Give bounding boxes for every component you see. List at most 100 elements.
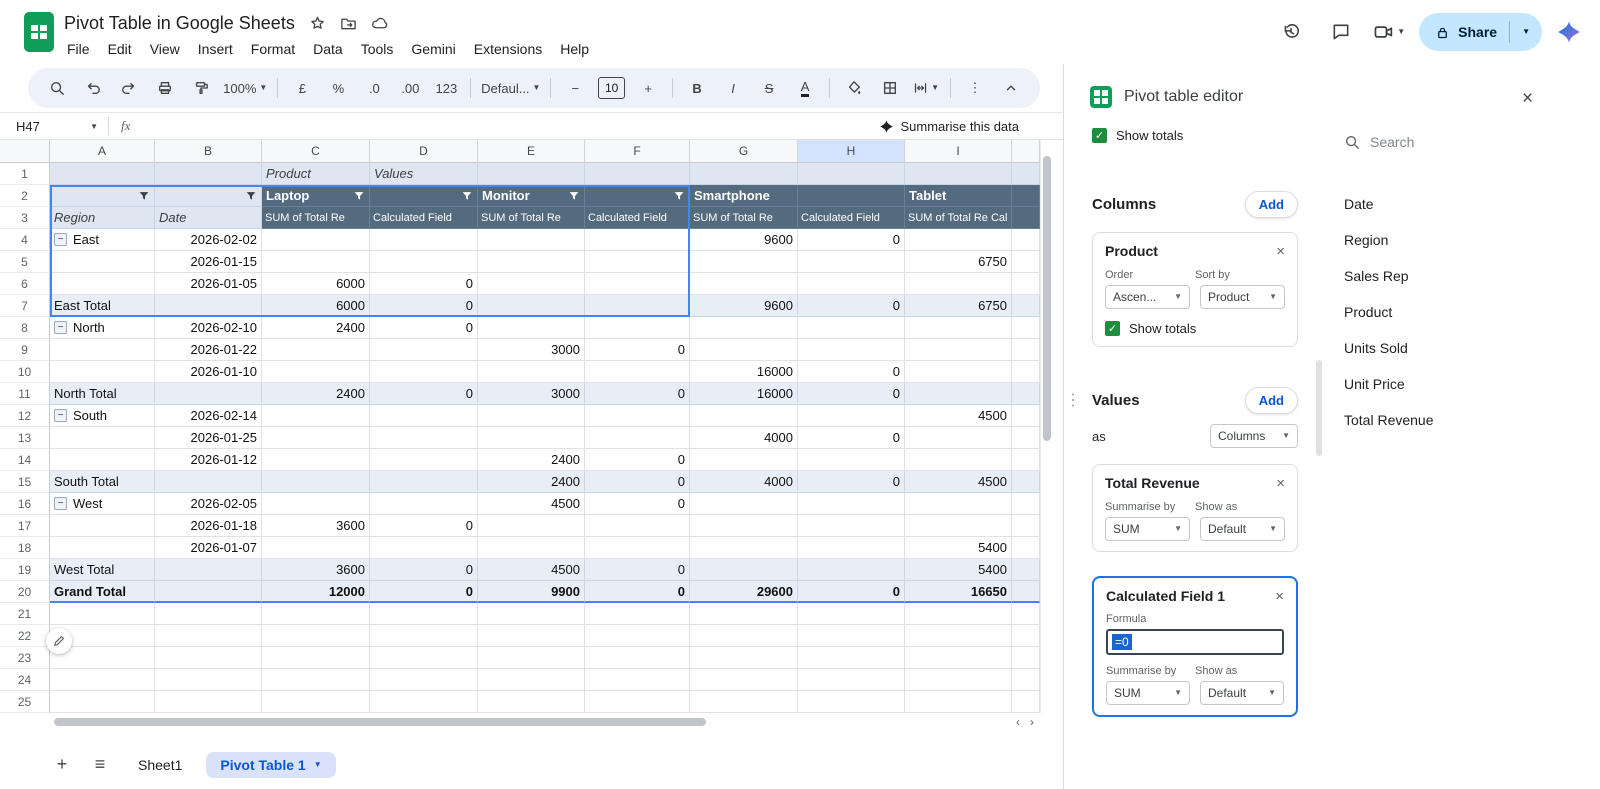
cell-F18[interactable] <box>585 537 690 559</box>
cell-B11[interactable] <box>155 383 262 405</box>
row-header-7[interactable]: 7 <box>0 295 50 317</box>
cell-E3[interactable]: SUM of Total Re <box>478 207 585 229</box>
cell-A13[interactable] <box>50 427 155 449</box>
row-header-20[interactable]: 20 <box>0 581 50 603</box>
show-totals-row[interactable]: ✓ Show totals <box>1092 128 1298 143</box>
cell-E13[interactable] <box>478 427 585 449</box>
row-header-10[interactable]: 10 <box>0 361 50 383</box>
gemini-icon[interactable] <box>1556 19 1582 45</box>
vertical-scroll-thumb[interactable] <box>1043 156 1051 441</box>
cell-A3[interactable]: Region <box>50 207 155 229</box>
cell-H5[interactable] <box>798 251 905 273</box>
cell-F10[interactable] <box>585 361 690 383</box>
cell-C18[interactable] <box>262 537 370 559</box>
cell-E5[interactable] <box>478 251 585 273</box>
field-item-total-revenue[interactable]: Total Revenue <box>1344 402 1569 438</box>
cell-G14[interactable] <box>690 449 798 471</box>
row-header-18[interactable]: 18 <box>0 537 50 559</box>
cell-H14[interactable] <box>798 449 905 471</box>
filter-icon[interactable] <box>568 190 580 202</box>
cell-I10[interactable] <box>905 361 1012 383</box>
cell-A19[interactable]: West Total <box>50 559 155 581</box>
cell-H8[interactable] <box>798 317 905 339</box>
row-header-19[interactable]: 19 <box>0 559 50 581</box>
cell-C1[interactable]: Product <box>262 163 370 185</box>
cell-H25[interactable] <box>798 691 905 713</box>
cell-E2[interactable]: Monitor <box>478 185 585 207</box>
calc-summarise-select[interactable]: SUM ▼ <box>1106 681 1190 705</box>
row-header-3[interactable]: 3 <box>0 207 50 229</box>
revenue-showas-select[interactable]: Default ▼ <box>1200 517 1285 541</box>
collapse-group-button[interactable]: − <box>54 409 67 422</box>
merge-cells-button[interactable]: ▼ <box>909 74 943 102</box>
cell-G11[interactable]: 16000 <box>690 383 798 405</box>
cell-F13[interactable] <box>585 427 690 449</box>
panel-scrollbar[interactable] <box>1316 360 1322 456</box>
cell-B25[interactable] <box>155 691 262 713</box>
cell-C3[interactable]: SUM of Total Re <box>262 207 370 229</box>
cell-B12[interactable]: 2026-02-14 <box>155 405 262 427</box>
text-color-button[interactable]: A <box>788 74 822 102</box>
column-header-J[interactable] <box>1012 140 1040 163</box>
cell-C21[interactable] <box>262 603 370 625</box>
cell-G9[interactable] <box>690 339 798 361</box>
cell-G2[interactable]: Smartphone <box>690 185 798 207</box>
cell-G22[interactable] <box>690 625 798 647</box>
all-sheets-button[interactable]: ≡ <box>86 751 114 779</box>
cell-G18[interactable] <box>690 537 798 559</box>
cell-I3[interactable]: SUM of Total Re Cal <box>905 207 1012 229</box>
row-header-8[interactable]: 8 <box>0 317 50 339</box>
cell-D13[interactable] <box>370 427 478 449</box>
cell-H10[interactable]: 0 <box>798 361 905 383</box>
cell-G16[interactable] <box>690 493 798 515</box>
cell-J24[interactable] <box>1012 669 1040 691</box>
cell-B6[interactable]: 2026-01-05 <box>155 273 262 295</box>
cell-F12[interactable] <box>585 405 690 427</box>
cell-F7[interactable] <box>585 295 690 317</box>
cell-J10[interactable] <box>1012 361 1040 383</box>
cell-H7[interactable]: 0 <box>798 295 905 317</box>
cell-J20[interactable] <box>1012 581 1040 603</box>
collapse-toolbar-button[interactable] <box>994 74 1028 102</box>
cell-C4[interactable] <box>262 229 370 251</box>
row-header-25[interactable]: 25 <box>0 691 50 713</box>
cell-H18[interactable] <box>798 537 905 559</box>
cell-J13[interactable] <box>1012 427 1040 449</box>
font-size-button[interactable]: 10 <box>594 74 629 102</box>
more-toolbar-button[interactable]: ⋮ <box>958 74 992 102</box>
row-header-16[interactable]: 16 <box>0 493 50 515</box>
cloud-status-icon[interactable] <box>371 15 388 32</box>
cell-A7[interactable]: East Total <box>50 295 155 317</box>
menu-insert[interactable]: Insert <box>189 38 242 60</box>
cell-B24[interactable] <box>155 669 262 691</box>
row-header-6[interactable]: 6 <box>0 273 50 295</box>
cell-D10[interactable] <box>370 361 478 383</box>
cell-I24[interactable] <box>905 669 1012 691</box>
column-header-G[interactable]: G <box>690 140 798 163</box>
menu-edit[interactable]: Edit <box>99 38 141 60</box>
cell-B17[interactable]: 2026-01-18 <box>155 515 262 537</box>
star-icon[interactable] <box>309 15 326 32</box>
cell-E6[interactable] <box>478 273 585 295</box>
share-menu-caret[interactable]: ▼ <box>1522 28 1530 36</box>
cell-E19[interactable]: 4500 <box>478 559 585 581</box>
add-columns-button[interactable]: Add <box>1244 191 1298 218</box>
comment-button[interactable] <box>1323 14 1359 50</box>
row-header-5[interactable]: 5 <box>0 251 50 273</box>
cell-I12[interactable]: 4500 <box>905 405 1012 427</box>
column-header-C[interactable]: C <box>262 140 370 163</box>
checkbox-checked-icon[interactable]: ✓ <box>1105 321 1120 336</box>
cell-J21[interactable] <box>1012 603 1040 625</box>
cell-A25[interactable] <box>50 691 155 713</box>
cell-H17[interactable] <box>798 515 905 537</box>
cell-B4[interactable]: 2026-02-02 <box>155 229 262 251</box>
cell-A6[interactable] <box>50 273 155 295</box>
order-select[interactable]: Ascen... ▼ <box>1105 285 1190 309</box>
cell-C14[interactable] <box>262 449 370 471</box>
cell-B1[interactable] <box>155 163 262 185</box>
cell-E1[interactable] <box>478 163 585 185</box>
cell-A12[interactable]: − South <box>50 405 155 427</box>
cell-B21[interactable] <box>155 603 262 625</box>
cell-F19[interactable]: 0 <box>585 559 690 581</box>
cell-J11[interactable] <box>1012 383 1040 405</box>
